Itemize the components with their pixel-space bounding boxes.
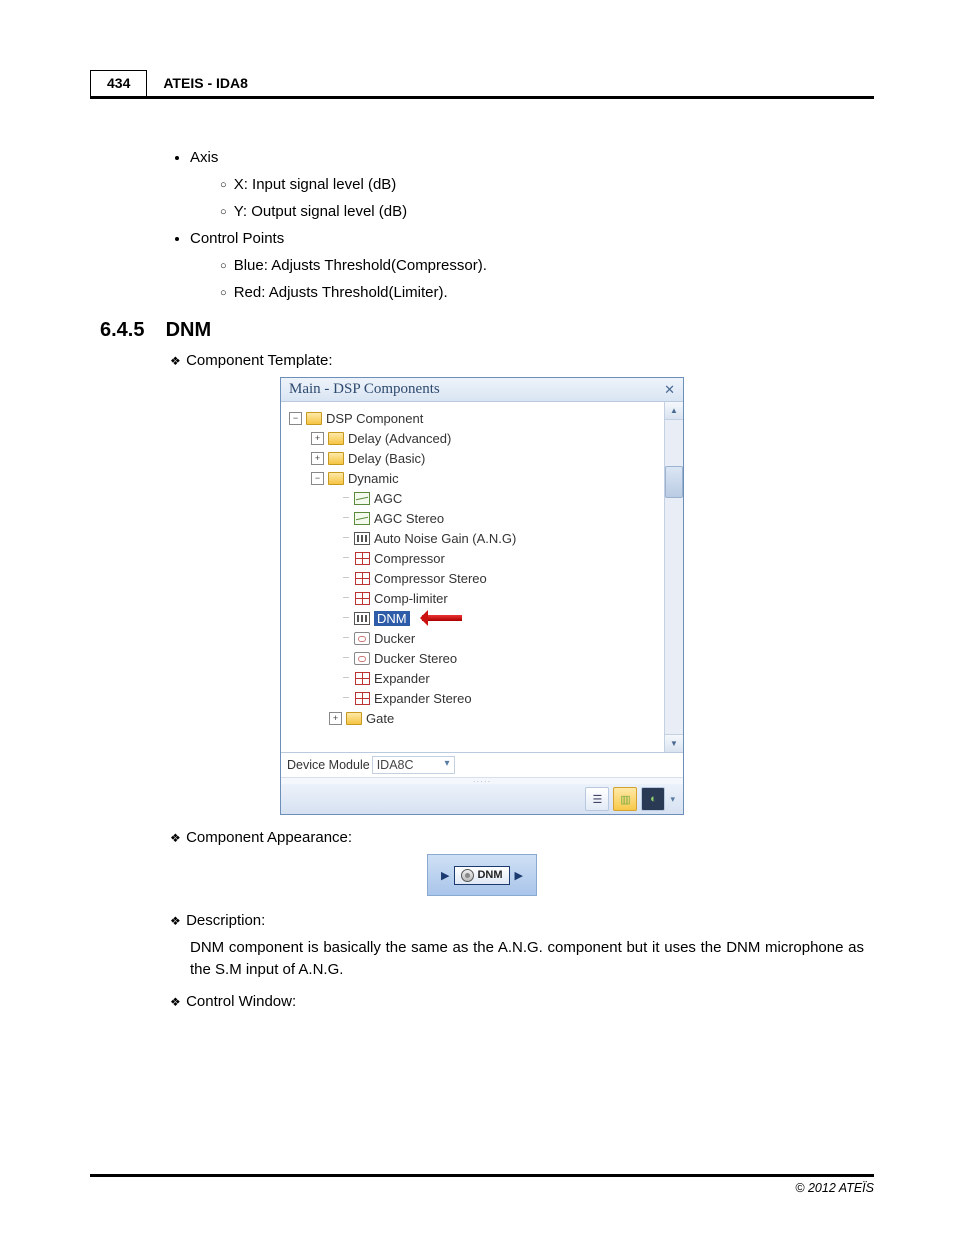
tree-label-selected: DNM <box>374 611 410 626</box>
tree-node-agc[interactable]: ┄ AGC <box>289 488 660 508</box>
device-module-label: Device Module <box>287 758 370 772</box>
expand-icon[interactable]: + <box>329 712 342 725</box>
folder-icon <box>346 712 362 725</box>
tree-node-ang[interactable]: ┄ Auto Noise Gain (A.N.G) <box>289 528 660 548</box>
section-title: DNM <box>166 319 212 341</box>
tree-label: Delay (Advanced) <box>348 431 451 446</box>
tree-label: Dynamic <box>348 471 399 486</box>
folder-icon <box>328 472 344 485</box>
tree-label: Ducker <box>374 631 415 646</box>
tree-node-compressor[interactable]: ┄ Compressor <box>289 548 660 568</box>
grid-icon <box>355 672 370 685</box>
bullet-cp-red: Red: Adjusts Threshold(Limiter). <box>220 284 864 301</box>
scrollbar[interactable]: ▲ ▼ <box>664 402 683 752</box>
device-module-row: Device Module IDA8C <box>281 753 683 777</box>
footer-copyright: © 2012 ATEÏS <box>90 1177 874 1195</box>
grid-icon <box>355 592 370 605</box>
tree-label: Gate <box>366 711 394 726</box>
folder-icon <box>328 432 344 445</box>
dsp-components-panel: Main - DSP Components ✕ − DSP Component … <box>280 377 684 815</box>
tree-node-expander-stereo[interactable]: ┄ Expander Stereo <box>289 688 660 708</box>
bullet-cp-blue: Blue: Adjusts Threshold(Compressor). <box>220 257 864 274</box>
tree-node-comp-limiter[interactable]: ┄ Comp-limiter <box>289 588 660 608</box>
expand-icon[interactable]: + <box>311 452 324 465</box>
tree-node-dnm[interactable]: ┄ DNM <box>289 608 660 628</box>
wave-icon <box>354 492 370 505</box>
close-icon[interactable]: ✕ <box>664 382 675 398</box>
component-tree[interactable]: − DSP Component + Delay (Advanced) + <box>281 402 664 752</box>
scroll-up-icon[interactable]: ▲ <box>665 402 683 420</box>
tree-label: Ducker Stereo <box>374 651 457 666</box>
tree-label: Delay (Basic) <box>348 451 425 466</box>
tree-label: Comp-limiter <box>374 591 448 606</box>
page-header: 434 ATEIS - IDA8 <box>90 70 874 99</box>
triangle-left-icon: ▶ <box>441 869 449 882</box>
component-appearance-block: ▶ DNM ▶ <box>427 854 537 896</box>
scroll-thumb[interactable] <box>665 466 683 498</box>
tree-label: Auto Noise Gain (A.N.G) <box>374 531 516 546</box>
device-module-combo[interactable]: IDA8C <box>372 756 455 774</box>
tree-label: Expander Stereo <box>374 691 472 706</box>
tree-node-ducker-stereo[interactable]: ┄ Ducker Stereo <box>289 648 660 668</box>
tree-label: Expander <box>374 671 430 686</box>
triangle-right-icon: ▶ <box>515 869 523 882</box>
tree-node-expander[interactable]: ┄ Expander <box>289 668 660 688</box>
tree-label: AGC <box>374 491 402 506</box>
tree-node-ducker[interactable]: ┄ Ducker <box>289 628 660 648</box>
folder-icon <box>328 452 344 465</box>
collapse-icon[interactable]: − <box>311 472 324 485</box>
label-component-template: Component Template: <box>170 352 864 369</box>
grid-icon <box>355 692 370 705</box>
page-number: 434 <box>90 70 147 96</box>
doc-title: ATEIS - IDA8 <box>147 70 264 96</box>
tree-node-compressor-stereo[interactable]: ┄ Compressor Stereo <box>289 568 660 588</box>
label-control-window: Control Window: <box>170 993 864 1010</box>
toolbar-columns-icon[interactable]: ▥ <box>613 787 637 811</box>
tree-node-root[interactable]: − DSP Component <box>289 408 660 428</box>
tree-label: Compressor Stereo <box>374 571 487 586</box>
tree-node-gate[interactable]: + Gate <box>289 708 660 728</box>
panel-toolbar: ☰ ▥ ◐ ▾ <box>281 784 683 814</box>
bullet-control-points: Control Points Blue: Adjusts Threshold(C… <box>190 230 864 301</box>
section-number: 6.4.5 <box>100 319 160 342</box>
folder-icon <box>306 412 322 425</box>
tree-label: AGC Stereo <box>374 511 444 526</box>
tree-node-dynamic[interactable]: − Dynamic <box>289 468 660 488</box>
tree-node-agc-stereo[interactable]: ┄ AGC Stereo <box>289 508 660 528</box>
bullet-axis-y: Y: Output signal level (dB) <box>220 203 864 220</box>
toolbar-dropdown-icon[interactable]: ▾ <box>670 794 675 805</box>
ducker-icon <box>354 652 370 665</box>
label-component-appearance: Component Appearance: <box>170 829 864 846</box>
toolbar-list-icon[interactable]: ☰ <box>585 787 609 811</box>
grid-icon <box>355 572 370 585</box>
dnm-badge-label: DNM <box>477 869 502 881</box>
panel-titlebar: Main - DSP Components ✕ <box>281 378 683 401</box>
panel-title-text: Main - DSP Components <box>289 381 440 398</box>
expand-icon[interactable]: + <box>311 432 324 445</box>
label-description: Description: <box>170 912 864 929</box>
tree-node-delay-basic[interactable]: + Delay (Basic) <box>289 448 660 468</box>
dnm-badge: DNM <box>454 866 509 885</box>
bullet-cp-label: Control Points <box>190 230 284 247</box>
splitter-grip-icon[interactable] <box>281 777 683 784</box>
ducker-icon <box>354 632 370 645</box>
bars-icon <box>354 532 370 545</box>
grid-icon <box>355 552 370 565</box>
section-heading: 6.4.5 DNM <box>100 319 864 342</box>
toolbar-preview-icon[interactable]: ◐ <box>641 787 665 811</box>
tree-node-delay-adv[interactable]: + Delay (Advanced) <box>289 428 660 448</box>
bullet-axis-x: X: Input signal level (dB) <box>220 176 864 193</box>
disc-icon <box>461 869 474 882</box>
bullet-axis-label: Axis <box>190 149 218 166</box>
bars-icon <box>354 612 370 625</box>
bullet-axis: Axis X: Input signal level (dB) Y: Outpu… <box>190 149 864 220</box>
tree-label: DSP Component <box>326 411 423 426</box>
tree-label: Compressor <box>374 551 445 566</box>
scroll-down-icon[interactable]: ▼ <box>665 734 683 752</box>
description-text: DNM component is basically the same as t… <box>190 937 864 981</box>
axis-list: Axis X: Input signal level (dB) Y: Outpu… <box>190 149 864 301</box>
collapse-icon[interactable]: − <box>289 412 302 425</box>
wave-icon <box>354 512 370 525</box>
callout-arrow-icon <box>422 615 462 621</box>
